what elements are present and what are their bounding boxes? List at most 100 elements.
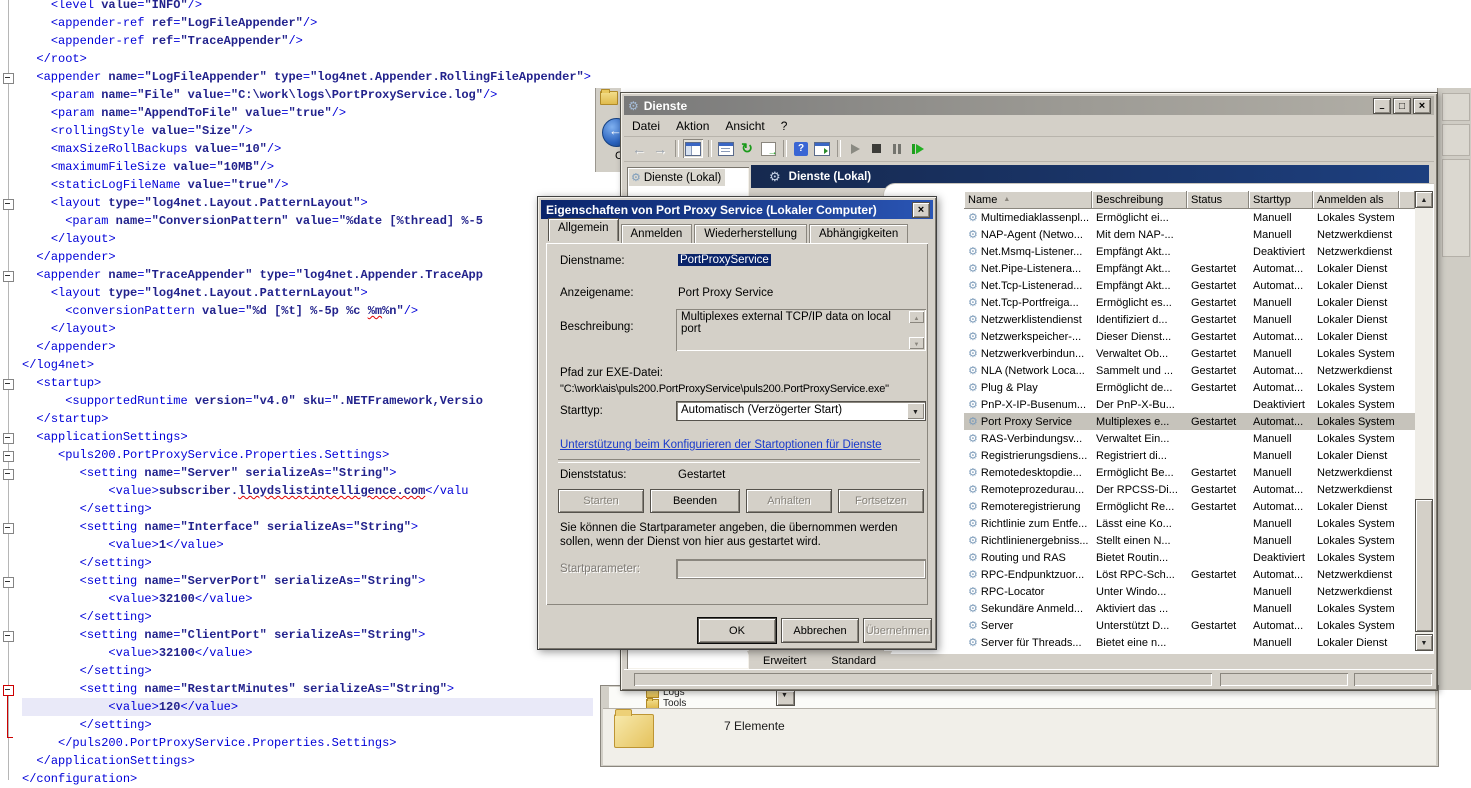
dropdown-button[interactable] — [776, 690, 795, 706]
table-row[interactable]: Sekundäre Anmeld...Aktiviert das ...Manu… — [964, 600, 1415, 617]
service-gear-icon — [968, 551, 978, 564]
table-row[interactable]: Richtlinie zum Entfe...Lässt eine Ko...M… — [964, 515, 1415, 532]
menu-item-aktion[interactable]: Aktion — [668, 117, 717, 135]
tab-wiederherstellung[interactable]: Wiederherstellung — [694, 224, 807, 243]
fold-toggle-icon[interactable] — [3, 469, 14, 480]
fold-toggle-icon[interactable] — [3, 451, 14, 462]
table-row[interactable]: Net.Pipe-Listenera...Empfängt Akt...Gest… — [964, 260, 1415, 277]
column-header-status[interactable]: Status — [1187, 191, 1249, 209]
properties-icon[interactable] — [716, 139, 736, 158]
table-row[interactable]: NetzwerklistendienstIdentifiziert d...Ge… — [964, 311, 1415, 328]
table-cell: Netzwerkdienst — [1313, 246, 1399, 258]
table-row[interactable]: Multimediaklassenpl...Ermöglicht ei...Ma… — [964, 209, 1415, 226]
scroll-down-button[interactable] — [1415, 634, 1433, 651]
fold-toggle-icon[interactable] — [3, 433, 14, 444]
table-row[interactable]: Server für Threads...Bietet eine n...Man… — [964, 634, 1415, 651]
maximize-button[interactable] — [1393, 98, 1411, 114]
view-tab-standard[interactable]: Standard — [815, 651, 892, 669]
table-row[interactable]: Registrierungsdiens...Registriert di...M… — [964, 447, 1415, 464]
export-icon[interactable] — [758, 139, 778, 158]
tab-anmelden[interactable]: Anmelden — [621, 224, 693, 243]
close-button[interactable] — [1413, 98, 1431, 114]
table-cell: Net.Pipe-Listenera... — [964, 262, 1092, 275]
minimize-button[interactable] — [1373, 98, 1391, 114]
table-row[interactable]: Netzwerkspeicher-...Dieser Dienst...Gest… — [964, 328, 1415, 345]
table-row[interactable]: Plug & PlayErmöglicht de...GestartetAuto… — [964, 379, 1415, 396]
code-line: </layout> — [22, 320, 593, 338]
service-name-value[interactable]: PortProxyService — [678, 254, 771, 266]
startup-type-combobox[interactable]: Automatisch (Verzögerter Start) — [676, 401, 926, 421]
table-row[interactable]: RAS-Verbindungsv...Verwaltet Ein...Manue… — [964, 430, 1415, 447]
table-row[interactable]: Net.Msmq-Listener...Empfängt Akt...Deakt… — [964, 243, 1415, 260]
scroll-up-button[interactable] — [1415, 191, 1433, 208]
table-row[interactable]: Netzwerkverbindun...Verwaltet Ob...Gesta… — [964, 345, 1415, 362]
table-row[interactable]: Net.Tcp-Portfreiga...Ermöglicht es...Ges… — [964, 294, 1415, 311]
fold-toggle-icon[interactable] — [3, 271, 14, 282]
startup-options-help-link[interactable]: Unterstützung beim Konfigurieren der Sta… — [560, 439, 882, 451]
tab-abhngigkeiten[interactable]: Abhängigkeiten — [809, 224, 908, 243]
description-box[interactable]: Multiplexes external TCP/IP data on loca… — [676, 309, 926, 351]
scroll-up-icon[interactable] — [909, 311, 924, 323]
forward-icon[interactable]: → — [650, 139, 670, 158]
table-row[interactable]: ServerUnterstützt D...GestartetAutomat..… — [964, 617, 1415, 634]
restart-icon[interactable] — [908, 139, 928, 158]
close-icon[interactable] — [912, 202, 930, 218]
table-row[interactable]: Remotedesktopdie...Ermöglicht Be...Gesta… — [964, 464, 1415, 481]
scroll-down-icon[interactable] — [909, 337, 924, 349]
column-header-starttyp[interactable]: Starttyp — [1249, 191, 1313, 209]
title-bar[interactable]: ⚙ Dienste — [624, 96, 1434, 115]
menu-item-datei[interactable]: Datei — [624, 117, 668, 135]
column-header-name[interactable]: Name▲ — [964, 191, 1092, 209]
tree-item-dienste-lokal[interactable]: Dienste (Lokal) — [629, 169, 725, 186]
scrollbar-thumb[interactable] — [1415, 499, 1433, 632]
start-params-input[interactable] — [676, 559, 926, 579]
code-line: <maximumFileSize value="10MB"/> — [22, 158, 593, 176]
fold-toggle-icon[interactable] — [3, 379, 14, 390]
vertical-scrollbar[interactable] — [1415, 191, 1433, 651]
service-gear-icon — [968, 517, 978, 530]
extended-icon[interactable] — [812, 139, 832, 158]
fold-toggle-icon[interactable] — [3, 199, 14, 210]
table-cell: Port Proxy Service — [964, 415, 1092, 428]
beenden-button[interactable]: Beenden — [650, 489, 740, 513]
table-row[interactable]: Port Proxy ServiceMultiplexes e...Gestar… — [964, 413, 1415, 430]
table-row[interactable]: RemoteregistrierungErmöglicht Re...Gesta… — [964, 498, 1415, 515]
refresh-icon[interactable]: ↻ — [737, 139, 757, 158]
dialog-title-bar[interactable]: Eigenschaften von Port Proxy Service (Lo… — [541, 200, 933, 219]
table-row[interactable]: RPC-LocatorUnter Windo...ManuellNetzwerk… — [964, 583, 1415, 600]
table-row[interactable]: Remoteprozedurau...Der RPCSS-Di...Gestar… — [964, 481, 1415, 498]
fold-toggle-icon[interactable] — [3, 73, 14, 84]
table-row[interactable]: RPC-Endpunktzuor...Löst RPC-Sch...Gestar… — [964, 566, 1415, 583]
back-button[interactable] — [602, 118, 621, 147]
table-row[interactable]: NAP-Agent (Netwo...Mit dem NAP-...Manuel… — [964, 226, 1415, 243]
table-row[interactable]: NLA (Network Loca...Sammelt und ...Gesta… — [964, 362, 1415, 379]
tab-allgemein[interactable]: Allgemein — [548, 218, 619, 241]
ok-button[interactable]: OK — [698, 618, 776, 643]
abbrechen-button[interactable]: Abbrechen — [781, 618, 859, 643]
table-row[interactable]: PnP-X-IP-Busenum...Der PnP-X-Bu...Deakti… — [964, 396, 1415, 413]
table-cell: Gestartet — [1187, 501, 1249, 513]
menu-item-ansicht[interactable]: Ansicht — [717, 117, 772, 135]
stop-icon[interactable] — [866, 139, 886, 158]
back-icon[interactable]: ← — [629, 139, 649, 158]
chevron-down-icon[interactable] — [907, 403, 924, 419]
table-row[interactable]: Routing und RASBietet Routin...Deaktivie… — [964, 549, 1415, 566]
help-icon[interactable]: ? — [791, 139, 811, 158]
list-item[interactable]: Tools — [646, 698, 686, 708]
service-gear-icon — [968, 262, 978, 275]
menu-item-?[interactable]: ? — [773, 117, 796, 135]
table-row[interactable]: Richtlinienergebniss...Stellt einen N...… — [964, 532, 1415, 549]
fold-toggle-icon[interactable] — [3, 631, 14, 642]
start-icon[interactable] — [845, 139, 865, 158]
table-row[interactable]: Net.Tcp-Listenerad...Empfängt Akt...Gest… — [964, 277, 1415, 294]
show-tree-icon[interactable] — [683, 139, 703, 158]
fold-toggle-icon[interactable] — [3, 577, 14, 588]
column-header-anmeldenals[interactable]: Anmelden als — [1313, 191, 1399, 209]
table-cell: Manuell — [1249, 450, 1313, 462]
pause-icon[interactable] — [887, 139, 907, 158]
column-header-beschreibung[interactable]: Beschreibung — [1092, 191, 1187, 209]
table-cell: Stellt einen N... — [1092, 535, 1187, 547]
fold-toggle-icon[interactable] — [3, 523, 14, 534]
view-tab-erweitert[interactable]: Erweitert — [747, 651, 822, 669]
table-cell: Netzwerkdienst — [1313, 229, 1399, 241]
